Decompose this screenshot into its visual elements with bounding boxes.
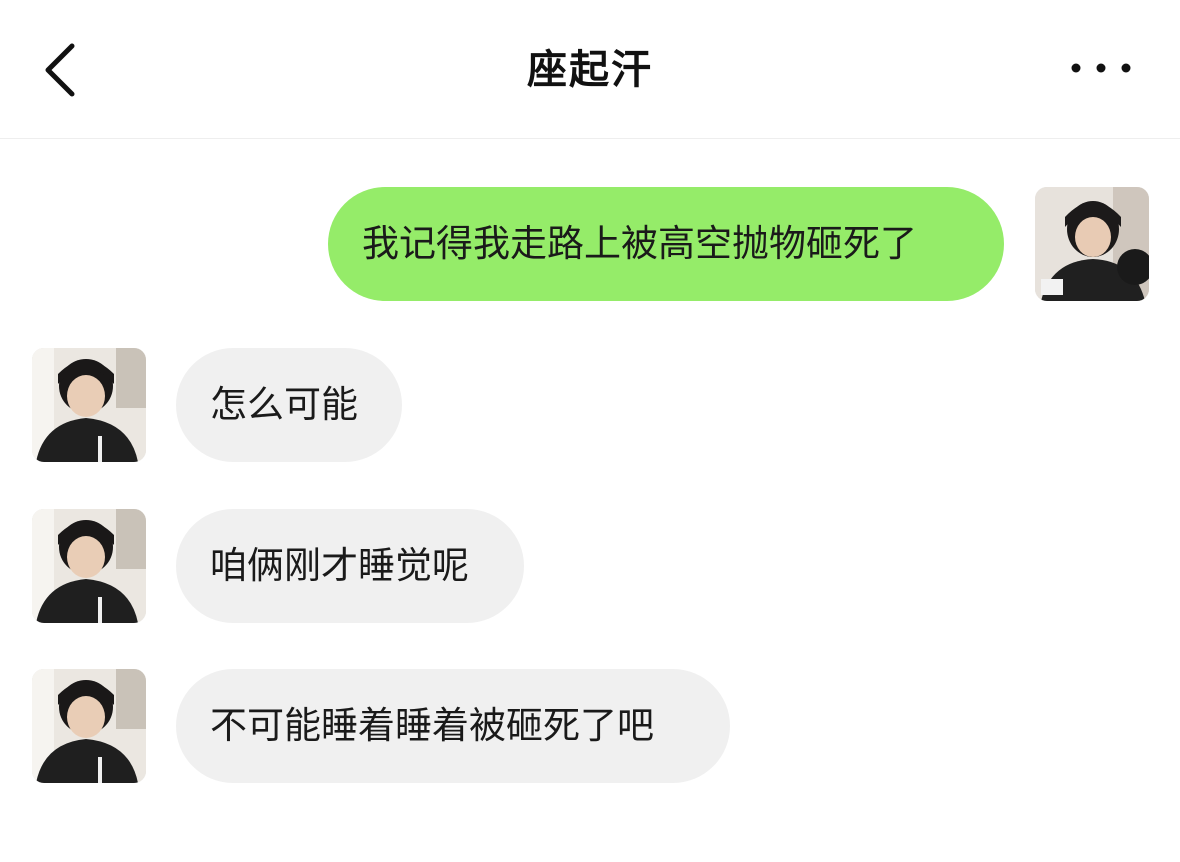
incoming-message-bubble[interactable]: 不可能睡着睡着被砸死了吧: [176, 669, 730, 783]
more-horizontal-icon: [1071, 63, 1131, 73]
message-text: 咱俩刚才睡觉呢: [210, 544, 469, 587]
avatar-photo-icon: [1035, 187, 1149, 301]
outgoing-message-bubble[interactable]: 我记得我走路上被高空抛物砸死了: [328, 187, 1004, 301]
more-options-button[interactable]: [1066, 48, 1136, 88]
message-text: 我记得我走路上被高空抛物砸死了: [362, 222, 917, 265]
message-text: 不可能睡着睡着被砸死了吧: [210, 704, 654, 747]
chat-header: 座起汗: [0, 0, 1180, 139]
contact-avatar[interactable]: [32, 348, 146, 462]
avatar-photo-icon: [32, 348, 146, 462]
avatar-photo-icon: [32, 509, 146, 623]
message-text: 怎么可能: [210, 383, 358, 426]
message-list[interactable]: 我记得我走路上被高空抛物砸死了 怎么可能 咱俩刚才睡觉呢 不可能睡着睡着被砸死了…: [0, 139, 1180, 862]
contact-avatar[interactable]: [32, 509, 146, 623]
my-avatar[interactable]: [1035, 187, 1149, 301]
chat-title: 座起汗: [527, 47, 653, 93]
incoming-message-bubble[interactable]: 怎么可能: [176, 348, 402, 462]
message-row-incoming: 怎么可能: [0, 348, 1180, 468]
incoming-message-bubble[interactable]: 咱俩刚才睡觉呢: [176, 509, 524, 623]
message-row-outgoing: 我记得我走路上被高空抛物砸死了: [0, 187, 1180, 307]
message-row-incoming: 咱俩刚才睡觉呢: [0, 509, 1180, 629]
message-row-incoming: 不可能睡着睡着被砸死了吧: [0, 669, 1180, 789]
avatar-photo-icon: [32, 669, 146, 783]
contact-avatar[interactable]: [32, 669, 146, 783]
